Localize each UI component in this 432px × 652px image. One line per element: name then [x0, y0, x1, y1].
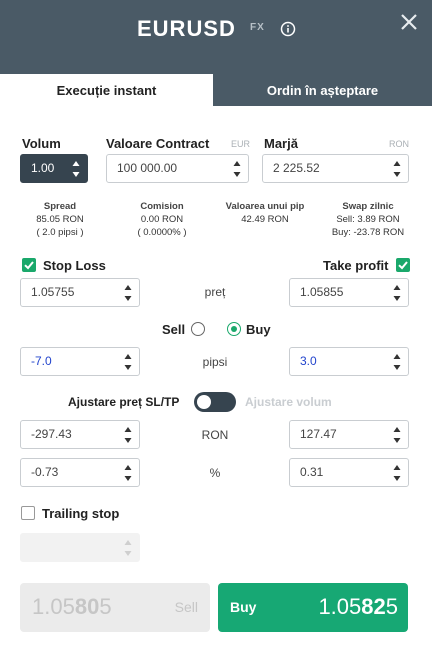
tab-instant-execution[interactable]: Execuție instant: [0, 74, 213, 106]
take-profit-percent[interactable]: 0.31: [300, 459, 323, 486]
stop-loss-pips[interactable]: -7.0: [31, 348, 52, 375]
take-profit-ron-stepper[interactable]: 127.47: [289, 420, 409, 449]
trailing-stop-stepper[interactable]: [20, 533, 140, 562]
contract-value-label: Valoare Contract: [106, 136, 210, 151]
adjust-price-label: Ajustare preț SL/TP: [68, 395, 180, 409]
buy-price: 1.05825: [318, 594, 398, 619]
buy-button[interactable]: Buy 1.05825: [218, 583, 408, 632]
order-type-tabs: Execuție instant Ordin în așteptare: [0, 74, 432, 106]
stop-loss-ron[interactable]: -297.43: [31, 421, 72, 448]
volume-label: Volum: [22, 136, 61, 151]
swap-sell: Sell: 3.89 RON: [336, 214, 400, 225]
adjust-volume-label: Ajustare volum: [245, 395, 332, 409]
take-profit-ron[interactable]: 127.47: [300, 421, 337, 448]
symbol-title: EURUSD: [137, 16, 236, 41]
dialog-header: EURUSD FX: [0, 0, 432, 74]
close-icon[interactable]: [399, 12, 419, 32]
stepper-arrows-icon[interactable]: [124, 426, 132, 444]
stepper-arrows-icon[interactable]: [393, 426, 401, 444]
sell-button[interactable]: 1.05805 Sell: [20, 583, 210, 632]
sell-price: 1.05805: [32, 594, 112, 619]
stepper-arrows-icon[interactable]: [393, 464, 401, 482]
stop-loss-price[interactable]: 1.05755: [31, 279, 74, 306]
stop-loss-percent-stepper[interactable]: -0.73: [20, 458, 140, 487]
direction-sell-label: Sell: [162, 322, 186, 337]
margin-stepper[interactable]: 2 225.52: [262, 154, 409, 183]
take-profit-pips-stepper[interactable]: 3.0: [289, 347, 409, 376]
buy-button-label: Buy: [230, 599, 257, 615]
stop-loss-checkbox[interactable]: [22, 258, 36, 272]
trailing-stop-checkbox[interactable]: [21, 506, 35, 520]
toggle-knob: [197, 395, 211, 409]
pips-row-label: pipsi: [202, 355, 228, 369]
stepper-arrows-icon[interactable]: [124, 539, 132, 557]
info-icon[interactable]: [280, 21, 296, 37]
margin-value[interactable]: 2 225.52: [273, 155, 320, 182]
stepper-arrows-icon[interactable]: [393, 160, 401, 178]
take-profit-label: Take profit: [323, 258, 389, 273]
swap-buy: Buy: -23.78 RON: [331, 227, 405, 238]
commission-label: Comision: [140, 201, 184, 212]
contract-currency: EUR: [231, 139, 251, 149]
check-icon: [24, 261, 34, 270]
commission-percent: ( 0.0000% ): [137, 227, 187, 238]
check-icon: [398, 261, 408, 270]
trailing-stop-label: Trailing stop: [42, 506, 120, 521]
margin-label: Marjă: [264, 136, 298, 151]
stepper-arrows-icon[interactable]: [393, 284, 401, 302]
spread-label: Spread: [43, 201, 77, 212]
stop-loss-label: Stop Loss: [43, 258, 106, 273]
spread-info: Spread 85.05 RON ( 2.0 pipsi ): [20, 200, 100, 239]
stop-loss-ron-stepper[interactable]: -297.43: [20, 420, 140, 449]
daily-swap-info: Swap zilnic Sell: 3.89 RON Buy: -23.78 R…: [322, 200, 414, 239]
spread-value: 85.05 RON: [36, 214, 84, 225]
contract-value[interactable]: 100 000.00: [117, 155, 177, 182]
ron-row-label: RON: [201, 428, 229, 442]
stepper-arrows-icon[interactable]: [124, 284, 132, 302]
stop-loss-percent[interactable]: -0.73: [31, 459, 58, 486]
take-profit-price[interactable]: 1.05855: [300, 279, 343, 306]
take-profit-percent-stepper[interactable]: 0.31: [289, 458, 409, 487]
stop-loss-price-stepper[interactable]: 1.05755: [20, 278, 140, 307]
stop-loss-pips-stepper[interactable]: -7.0: [20, 347, 140, 376]
margin-currency: RON: [389, 139, 409, 149]
spread-pips: ( 2.0 pipsi ): [36, 227, 84, 238]
direction-sell-radio[interactable]: [191, 322, 205, 336]
stepper-arrows-icon[interactable]: [72, 160, 80, 178]
daily-swap-label: Swap zilnic: [342, 201, 394, 212]
volume-value[interactable]: 1.00: [31, 155, 54, 182]
pip-value-info: Valoarea unui pip 42.49 RON: [212, 200, 318, 226]
tab-pending-order[interactable]: Ordin în așteptare: [213, 74, 432, 106]
sell-button-label: Sell: [174, 599, 198, 615]
instrument-type-badge: FX: [250, 22, 265, 33]
stepper-arrows-icon[interactable]: [124, 353, 132, 371]
pip-value: 42.49 RON: [241, 214, 289, 225]
contract-value-stepper[interactable]: 100 000.00: [106, 154, 249, 183]
volume-stepper[interactable]: 1.00: [20, 154, 88, 183]
percent-row-label: %: [209, 466, 221, 480]
stepper-arrows-icon[interactable]: [393, 353, 401, 371]
pip-value-label: Valoarea unui pip: [225, 201, 305, 212]
direction-buy-label: Buy: [246, 322, 271, 337]
stepper-arrows-icon[interactable]: [124, 464, 132, 482]
price-row-label: preț: [204, 285, 226, 299]
adjust-mode-toggle[interactable]: [194, 392, 236, 412]
take-profit-pips[interactable]: 3.0: [300, 348, 317, 375]
take-profit-checkbox[interactable]: [396, 258, 410, 272]
stepper-arrows-icon[interactable]: [233, 160, 241, 178]
commission-info: Comision 0.00 RON ( 0.0000% ): [120, 200, 204, 239]
take-profit-price-stepper[interactable]: 1.05855: [289, 278, 409, 307]
direction-buy-radio[interactable]: [227, 322, 241, 336]
commission-value: 0.00 RON: [140, 214, 184, 225]
